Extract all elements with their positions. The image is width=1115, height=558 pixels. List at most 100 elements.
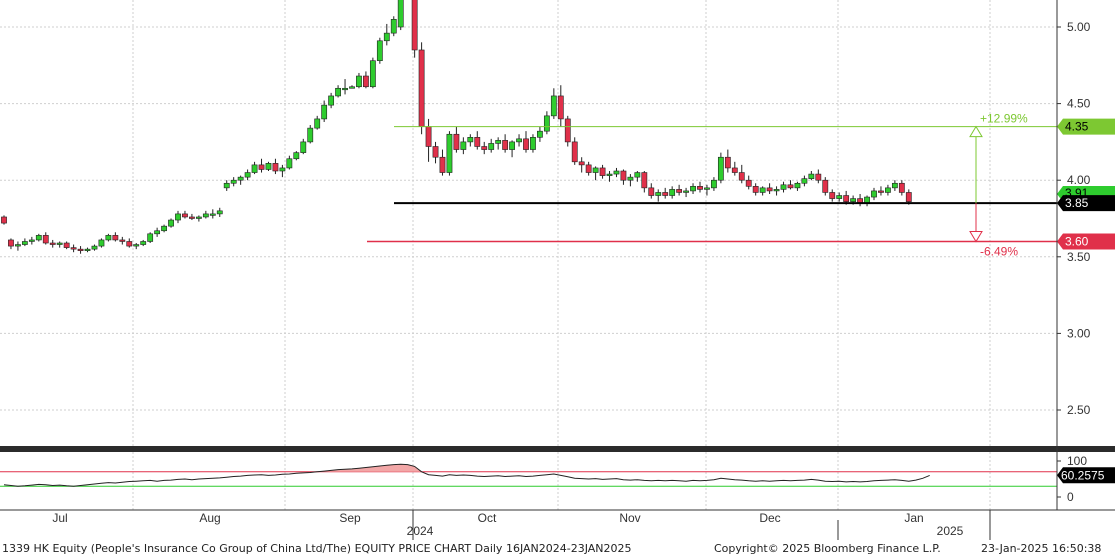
candle-body — [564, 118, 571, 143]
candle-body — [237, 176, 244, 181]
candle-body — [279, 167, 286, 172]
candle-body — [850, 198, 857, 202]
candle-body — [21, 241, 28, 245]
candle-body — [133, 244, 140, 247]
candle-body — [752, 186, 759, 193]
candle-body — [745, 179, 752, 187]
candle-body — [836, 195, 843, 199]
candle-body — [258, 164, 265, 170]
price-tag-label-1: 3.85 — [1065, 196, 1089, 210]
candle-body — [286, 158, 293, 169]
candle-body — [467, 137, 474, 143]
candle-body — [182, 213, 188, 218]
candle-body — [550, 95, 557, 117]
candle-body — [376, 40, 383, 62]
candle-body — [481, 146, 488, 150]
candle-body — [530, 137, 536, 150]
candle-body — [56, 242, 63, 245]
y-tick-label-5: 2.50 — [1067, 403, 1091, 417]
candle-body — [662, 192, 669, 196]
y-tick-label-3: 3.50 — [1067, 250, 1091, 264]
candle-body — [321, 104, 328, 120]
y-tick-label-1: 4.50 — [1067, 97, 1091, 111]
candle-body — [369, 60, 376, 88]
x-tick-label-4: Nov — [619, 511, 640, 525]
candle-body — [195, 216, 202, 219]
candle-body — [42, 235, 49, 244]
candle-body — [801, 178, 808, 184]
candle-body — [578, 161, 585, 166]
candle-body — [711, 179, 717, 189]
candle-body — [112, 235, 119, 241]
candle-body — [154, 230, 161, 235]
candle-body — [8, 239, 14, 247]
candle-body — [98, 239, 105, 247]
candle-body — [878, 190, 884, 193]
candle-body — [453, 133, 460, 150]
candle-body — [272, 163, 279, 172]
candle-body — [676, 189, 683, 193]
candle-body — [349, 86, 355, 89]
candle-body — [91, 245, 98, 250]
candle-body — [585, 164, 592, 173]
candle-body — [425, 126, 432, 147]
candle-body — [342, 87, 348, 91]
y-tick-label-0: 5.00 — [1067, 20, 1091, 34]
candle-body — [209, 213, 216, 216]
candle-body — [599, 167, 606, 176]
year-label-1: 2025 — [937, 524, 964, 538]
candle-body — [35, 235, 42, 241]
candle-body — [773, 189, 780, 192]
candle-body — [70, 247, 77, 250]
equity-price-chart: +12.99%-6.49% 5.004.504.003.503.002.503.… — [0, 0, 1115, 558]
candle-body — [683, 190, 689, 193]
candle-body — [669, 189, 676, 196]
x-tick-label-2: Sep — [339, 511, 361, 525]
candle-body — [571, 141, 578, 163]
candle-body — [189, 216, 195, 219]
candle-body — [383, 32, 390, 42]
candle-body — [474, 137, 481, 147]
candle-body — [592, 167, 599, 173]
candle-body — [223, 182, 230, 189]
candle-body — [509, 141, 515, 150]
x-tick-label-5: Dec — [759, 511, 780, 525]
candle-body — [557, 95, 564, 120]
candle-body — [808, 173, 815, 179]
candle-body — [446, 133, 453, 173]
candle-body — [822, 179, 829, 193]
downside-pct-label: -6.49% — [980, 244, 1018, 258]
candle-body — [356, 75, 362, 88]
candle-body — [641, 172, 648, 189]
candle-body — [15, 244, 21, 247]
candle-body — [648, 187, 655, 196]
candle-body — [843, 195, 850, 202]
upside-pct-label: +12.99% — [980, 112, 1028, 126]
candle-body — [460, 141, 467, 150]
candle-body — [690, 186, 696, 192]
candle-body — [620, 170, 627, 181]
candle-body — [397, 0, 404, 28]
candle-body — [63, 242, 70, 248]
candle-body — [363, 75, 369, 88]
year-label-0: 2024 — [407, 524, 434, 538]
candle-body — [230, 179, 237, 184]
candle-body — [780, 184, 787, 190]
candle-body — [49, 242, 56, 245]
candle-body — [244, 172, 251, 178]
candle-body — [432, 146, 439, 158]
candle-body — [328, 95, 335, 106]
candle-body — [411, 0, 418, 51]
candle-body — [28, 239, 35, 242]
candle-body — [655, 192, 662, 196]
candle-body — [168, 219, 174, 227]
candle-body — [766, 187, 773, 192]
candle-body — [488, 143, 495, 150]
candle-body — [731, 167, 738, 173]
panel-separator — [0, 446, 1115, 452]
candle-body — [871, 190, 877, 198]
candle-body — [161, 225, 167, 232]
copyright-text: Copyright© 2025 Bloomberg Finance L.P. — [714, 542, 941, 555]
candle-body — [202, 213, 209, 218]
candle-body — [627, 176, 634, 181]
